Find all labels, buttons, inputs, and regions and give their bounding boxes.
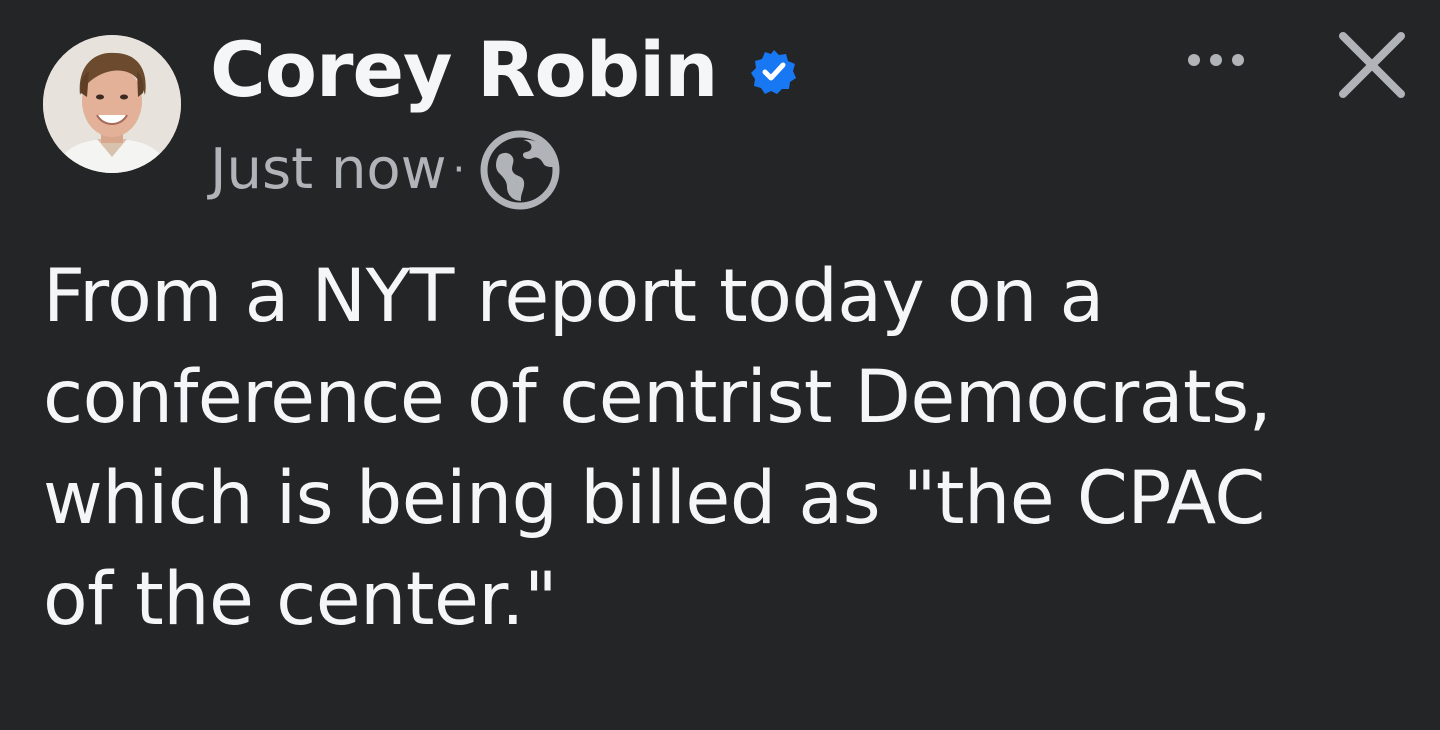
post-meta: Just now · <box>210 130 563 210</box>
post-timestamp[interactable]: Just now <box>210 132 447 208</box>
avatar[interactable] <box>43 35 181 173</box>
close-icon[interactable] <box>1325 18 1419 112</box>
post-card: Corey Robin Just now · From a NYT report… <box>0 0 1440 730</box>
verified-badge-icon <box>751 50 796 94</box>
profile-photo <box>43 35 181 173</box>
more-options-button[interactable] <box>1176 40 1256 80</box>
post-body-text: From a NYT report today on a conference … <box>43 254 1272 642</box>
meta-separator: · <box>452 147 466 193</box>
author-name[interactable]: Corey Robin <box>210 22 718 118</box>
globe-icon[interactable] <box>477 127 563 213</box>
more-options-icon <box>1188 54 1244 66</box>
